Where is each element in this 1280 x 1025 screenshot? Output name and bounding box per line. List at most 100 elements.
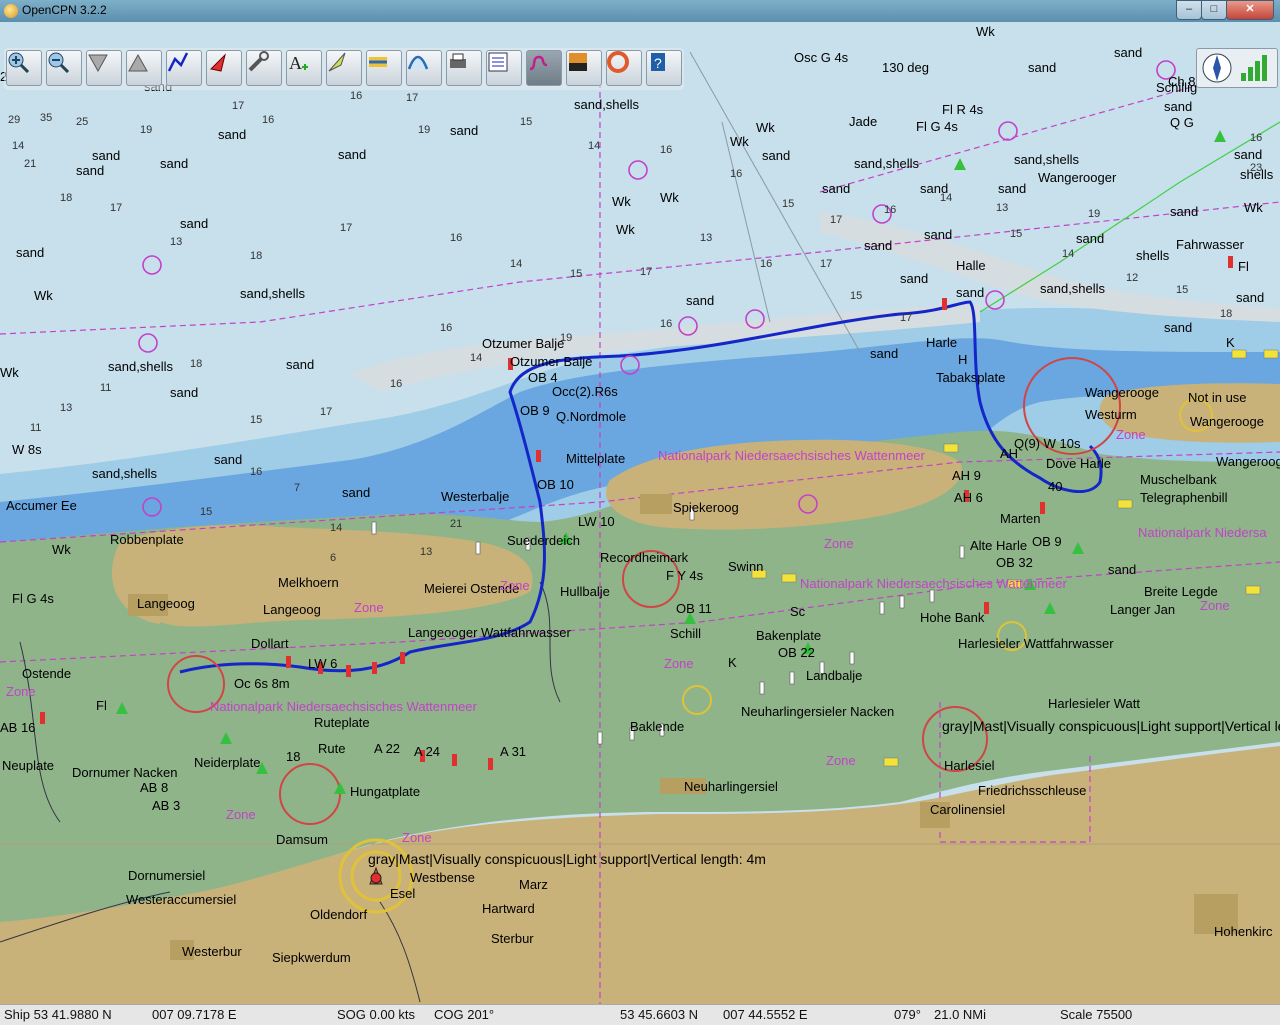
depth-sounding: 14 (1062, 248, 1075, 260)
place-label: Neuharlingersieler Nacken (741, 704, 895, 719)
nautical-label: Wk (660, 190, 679, 205)
quilt-up-button[interactable] (126, 50, 162, 86)
place-label: Suederdeich (507, 533, 580, 548)
tide-button[interactable] (366, 50, 402, 86)
depth-sounding: 17 (900, 312, 913, 324)
place-label: Marz (519, 877, 548, 892)
nautical-label: sand,shells (574, 97, 640, 112)
nautical-label: sand (956, 285, 985, 300)
depth-sounding: 14 (12, 140, 25, 152)
depth-sounding: 23 (1250, 162, 1263, 174)
depth-sounding: 17 (320, 406, 333, 418)
status-cursor-lat: 53 45.6603 N (620, 1007, 699, 1022)
place-label: Westerbur (182, 944, 242, 959)
nautical-label: sand,shells (1040, 281, 1106, 296)
nautical-label: sand (180, 216, 209, 231)
tide-graph-button[interactable] (406, 50, 442, 86)
nautical-label: Wk (756, 120, 775, 135)
nautical-label: OB 32 (996, 555, 1033, 570)
route-button[interactable] (166, 50, 202, 86)
object-info-label: gray|Mast|Visually conspicuous|Light sup… (942, 718, 1280, 734)
nautical-label: Sc (790, 604, 806, 619)
print-button[interactable] (446, 50, 482, 86)
nautical-label: Not in use (1188, 390, 1247, 405)
close-button[interactable]: ✕ (1226, 0, 1274, 20)
opencpn-app-icon (4, 4, 18, 18)
depth-sounding: 11 (100, 382, 112, 394)
maximize-button[interactable]: □ (1201, 0, 1227, 20)
quilt-down-button[interactable] (86, 50, 122, 86)
depth-sounding: 21 (24, 158, 37, 170)
follow-button[interactable] (206, 50, 242, 86)
nautical-label: LW 6 (308, 656, 338, 671)
track-button[interactable] (526, 50, 562, 86)
place-label: Oldendorf (310, 907, 368, 922)
nautical-label: sand (686, 293, 715, 308)
depth-sounding: 18 (60, 192, 73, 204)
depth-sounding: 16 (760, 258, 773, 270)
depth-sounding: 35 (40, 112, 53, 124)
zone-label: Zone (664, 656, 694, 671)
place-label: Wangeroog (1216, 454, 1280, 469)
nautical-label: K (728, 655, 737, 670)
color-scheme-button[interactable] (566, 50, 602, 86)
zone-label: Zone (1200, 598, 1230, 613)
depth-sounding: 17 (232, 100, 245, 112)
nautical-label: shells (1136, 248, 1170, 263)
settings-button[interactable] (246, 50, 282, 86)
nautical-label: sand (214, 452, 243, 467)
place-label: Neiderplate (194, 755, 261, 770)
depth-sounding: 16 (390, 378, 403, 390)
nautical-label: Q(9) W 10s (1014, 436, 1081, 451)
depth-sounding: 16 (450, 232, 463, 244)
nautical-label: sand (218, 127, 247, 142)
nautical-label: A 24 (414, 744, 441, 759)
zone-label: Zone (824, 536, 854, 551)
place-label: Recordheimark (600, 550, 689, 565)
main-toolbar: A? (4, 48, 684, 90)
zoom-out-button[interactable] (46, 50, 82, 86)
mob-button[interactable] (606, 50, 642, 86)
nautical-label: Fl R 4s (942, 102, 984, 117)
depth-sounding: 6 (330, 552, 337, 564)
nautical-label: AH 9 (952, 468, 981, 483)
zoom-in-button[interactable] (6, 50, 42, 86)
nautical-label: sand (1164, 320, 1193, 335)
text-button[interactable]: A (286, 50, 322, 86)
place-label: Damsum (276, 832, 329, 847)
depth-sounding: 17 (406, 92, 419, 104)
depth-sounding: 16 (660, 144, 673, 156)
nautical-label: sand (1236, 290, 1265, 305)
print-icon (450, 53, 466, 68)
place-label: Neuplate (2, 758, 55, 773)
depth-sounding: 14 (330, 522, 343, 534)
nautical-label: 40 (1048, 479, 1063, 494)
color-scheme-icon (569, 53, 587, 71)
gps-status-panel[interactable] (1196, 48, 1278, 88)
place-label: Harle (926, 335, 958, 350)
help-button[interactable]: ? (646, 50, 682, 86)
nautical-label: F Y 4s (666, 568, 704, 583)
chart-canvas[interactable]: Langeoog Langeoog Melkhoern Meierei Ostende… (0, 22, 1280, 1004)
place-label: Muschelbank (1140, 472, 1217, 487)
track-icon (529, 55, 548, 71)
status-ship-lat: Ship 53 41.9880 N (4, 1007, 112, 1022)
place-label: Ruteplate (314, 715, 370, 730)
current-button[interactable] (326, 50, 362, 86)
nautical-label: W 8s (12, 442, 42, 457)
zone-label: Zone (6, 684, 36, 699)
route-manager-button[interactable] (486, 50, 522, 86)
minimize-button[interactable]: – (1176, 0, 1202, 20)
nautical-label: Fl (1238, 259, 1249, 274)
depth-sounding: 16 (660, 318, 673, 330)
place-label: Wangerooge (1085, 385, 1159, 400)
depth-sounding: 17 (830, 214, 843, 226)
zone-label: Nationalpark Niedersaechsisches Wattenme… (658, 448, 925, 463)
depth-sounding: 13 (60, 402, 73, 414)
quilt-down-icon (88, 54, 108, 73)
place-label: Dollart (251, 636, 289, 651)
depth-sounding: 16 (884, 204, 897, 216)
nautical-label: Occ(2).R6s (552, 384, 618, 399)
place-label: Langeoog (263, 602, 321, 617)
place-label: Harlesieler Watt (1048, 696, 1140, 711)
